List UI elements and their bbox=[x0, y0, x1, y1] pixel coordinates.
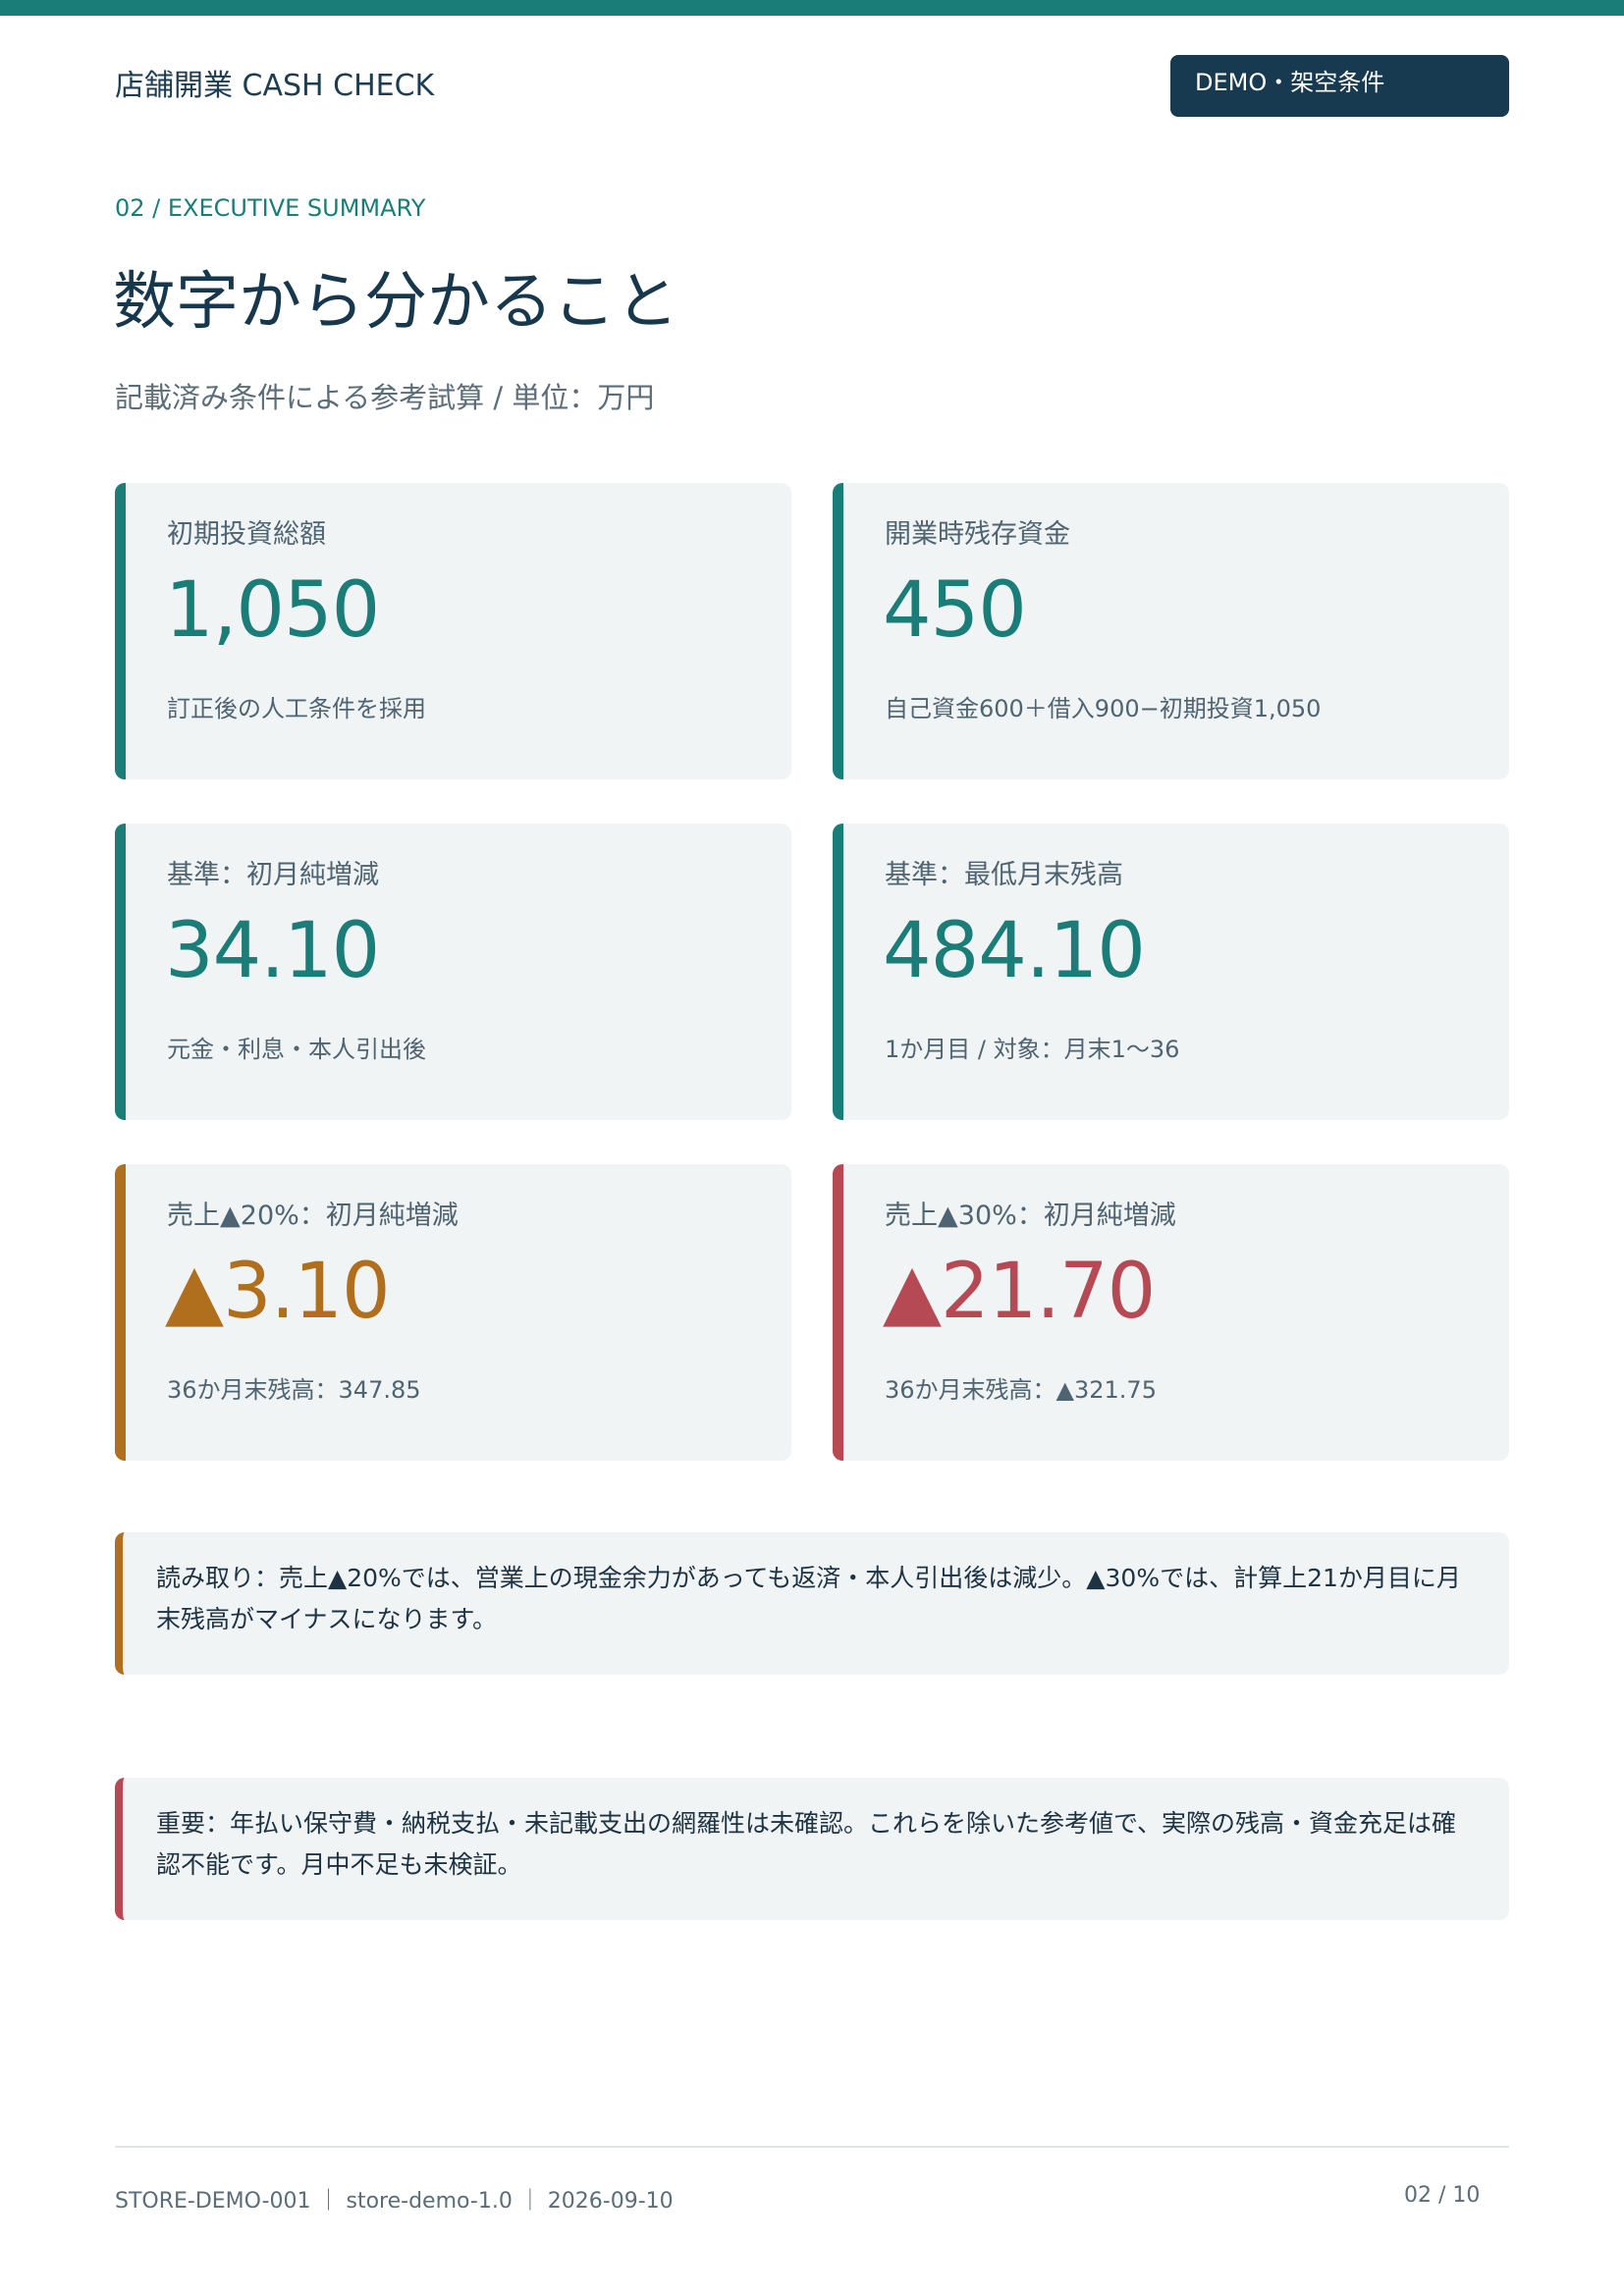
page-subtitle: 記載済み条件による参考試算 / 単位：万円 bbox=[115, 381, 655, 414]
page-title: 数字から分かること bbox=[113, 266, 678, 339]
metric-value: ▲3.10 bbox=[165, 1248, 391, 1336]
metric-value: ▲21.70 bbox=[883, 1248, 1156, 1336]
metric-note: 自己資金600＋借入900−初期投資1,050 bbox=[885, 695, 1322, 722]
footer-divider bbox=[115, 2146, 1509, 2148]
metric-value: 34.10 bbox=[165, 907, 380, 995]
metric-value: 484.10 bbox=[883, 907, 1146, 995]
important-callout: 重要：年払い保守費・納税支払・未記載支出の網羅性は未確認。これらを除いた参考値で… bbox=[115, 1778, 1509, 1920]
metric-note: 元金・利息・本人引出後 bbox=[167, 1036, 426, 1063]
section-eyebrow: 02 / EXECUTIVE SUMMARY bbox=[115, 194, 426, 222]
metric-card-opening-cash: 開業時残存資金 450 自己資金600＋借入900−初期投資1,050 bbox=[833, 483, 1509, 779]
metric-value: 450 bbox=[883, 566, 1027, 655]
metric-card-base-first-month-net: 基準：初月純増減 34.10 元金・利息・本人引出後 bbox=[115, 824, 791, 1120]
top-accent-bar bbox=[0, 0, 1624, 16]
footer-meta: STORE-DEMO-001 ｜ store-demo-1.0 ｜ 2026-0… bbox=[115, 2189, 674, 2214]
brand-title: 店舗開業 CASH CHECK bbox=[115, 69, 435, 103]
metric-note: 1か月目 / 対象：月末1〜36 bbox=[885, 1036, 1180, 1063]
metric-card-initial-investment: 初期投資総額 1,050 訂正後の人工条件を採用 bbox=[115, 483, 791, 779]
metric-label: 売上▲20%：初月純増減 bbox=[167, 1201, 459, 1231]
metric-note: 訂正後の人工条件を採用 bbox=[167, 695, 426, 722]
demo-badge: DEMO・架空条件 bbox=[1170, 55, 1509, 117]
metric-label: 基準：初月純増減 bbox=[167, 860, 379, 890]
metric-label: 初期投資総額 bbox=[167, 519, 326, 550]
page-number: 02 / 10 bbox=[1404, 2183, 1481, 2208]
metric-card-base-min-balance: 基準：最低月末残高 484.10 1か月目 / 対象：月末1〜36 bbox=[833, 824, 1509, 1120]
metric-note: 36か月末残高：347.85 bbox=[167, 1376, 421, 1404]
metric-card-sales-minus-20: 売上▲20%：初月純増減 ▲3.10 36か月末残高：347.85 bbox=[115, 1164, 791, 1461]
metric-label: 開業時残存資金 bbox=[885, 519, 1070, 550]
reading-callout: 読み取り：売上▲20%では、営業上の現金余力があっても返済・本人引出後は減少。▲… bbox=[115, 1532, 1509, 1675]
metric-label: 売上▲30%：初月純増減 bbox=[885, 1201, 1176, 1231]
metric-label: 基準：最低月末残高 bbox=[885, 860, 1123, 890]
metric-note: 36か月末残高：▲321.75 bbox=[885, 1376, 1157, 1404]
metric-value: 1,050 bbox=[165, 566, 380, 655]
metric-card-sales-minus-30: 売上▲30%：初月純増減 ▲21.70 36か月末残高：▲321.75 bbox=[833, 1164, 1509, 1461]
